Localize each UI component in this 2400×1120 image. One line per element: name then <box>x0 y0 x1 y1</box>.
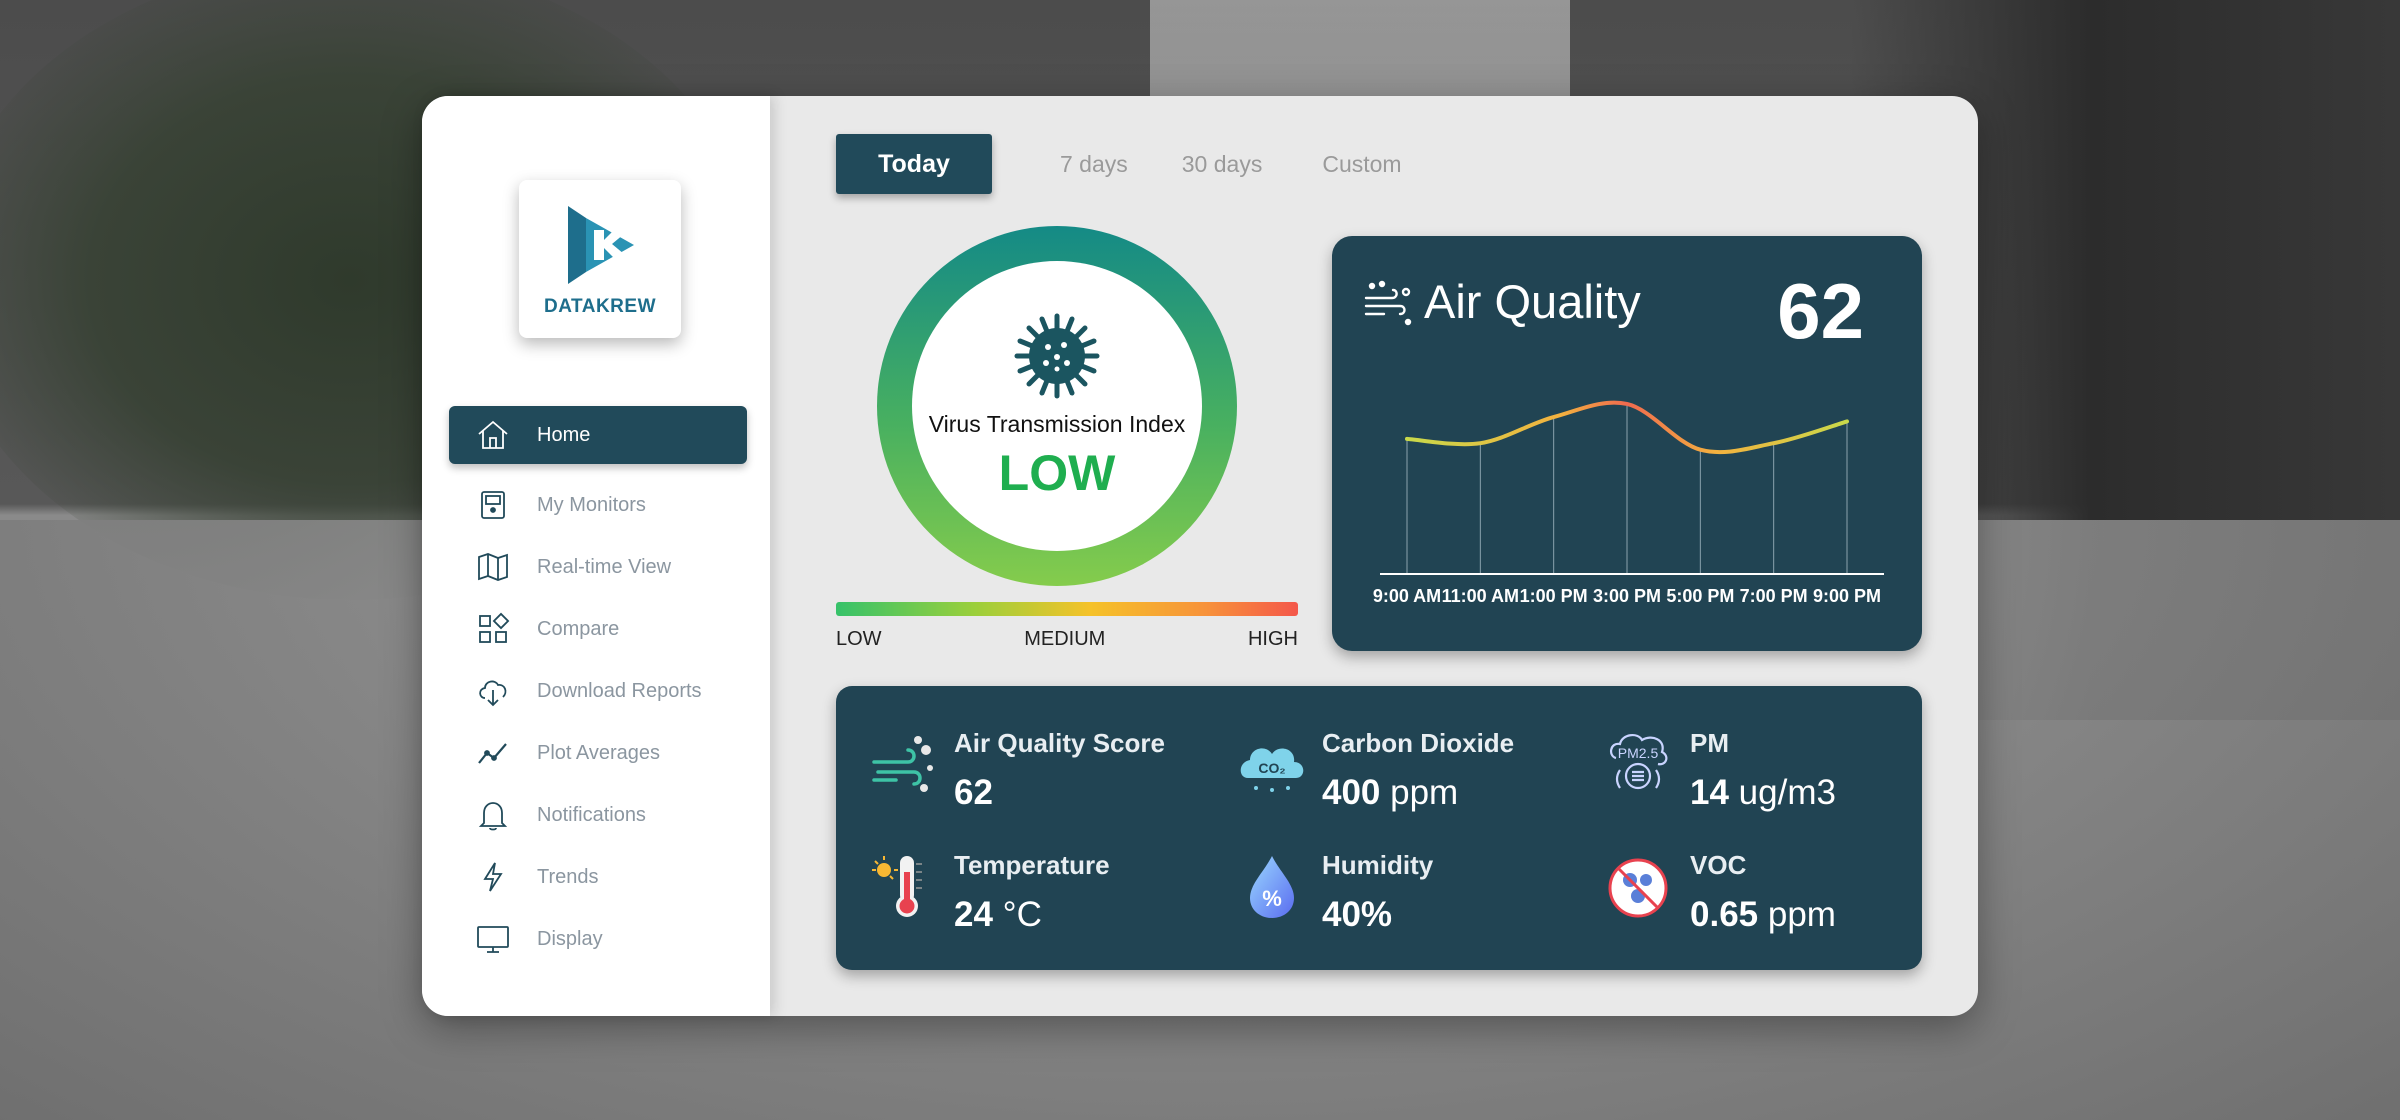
sidebar-item-compare[interactable]: Compare <box>449 600 747 658</box>
sidebar-item-label: My Monitors <box>537 493 646 516</box>
svg-text:%: % <box>1262 886 1282 911</box>
metric-voc: VOC 0.65 ppm <box>1604 850 1836 935</box>
chart-x-tick-label: 1:00 PM <box>1520 586 1588 606</box>
metric-label: Air Quality Score <box>954 728 1165 758</box>
map-icon <box>475 549 511 585</box>
tab-7-days[interactable]: 7 days <box>1060 151 1128 178</box>
brand-logo-icon <box>568 206 634 284</box>
sidebar-item-label: Home <box>537 423 591 446</box>
voc-icon <box>1608 858 1668 918</box>
dashboard-card: DATAKREW Home My Monitors Real-time View <box>422 96 1978 1016</box>
sidebar-item-label: Download Reports <box>537 679 702 702</box>
display-icon <box>475 921 511 957</box>
metric-label: Humidity <box>1322 850 1434 880</box>
sidebar-item-label: Display <box>537 927 603 950</box>
metric-temperature: Temperature 24 °C <box>868 850 1110 935</box>
pm25-icon: PM2.5 <box>1610 734 1668 790</box>
sidebar-item-plot-averages[interactable]: Plot Averages <box>449 724 747 782</box>
bell-icon <box>475 797 511 833</box>
metric-air-quality-score: Air Quality Score 62 <box>868 728 1165 813</box>
metric-value: 14 <box>1690 773 1729 812</box>
metric-pm: PM2.5 PM 14 ug/m3 <box>1604 728 1836 813</box>
metric-value: 40% <box>1322 895 1393 934</box>
brand-logo[interactable]: DATAKREW <box>519 180 681 338</box>
chart-x-tick-label: 11:00 AM <box>1442 586 1519 606</box>
tab-today[interactable]: Today <box>836 134 992 194</box>
metric-unit: °C <box>992 895 1042 934</box>
line-chart-icon <box>475 735 511 771</box>
sidebar-nav: Home My Monitors Real-time View Compare <box>449 406 747 972</box>
brand-name: DATAKREW <box>544 296 656 317</box>
sidebar-item-label: Compare <box>537 617 620 640</box>
compare-grid-icon <box>475 611 511 647</box>
metric-value: 400 <box>1322 773 1381 812</box>
metric-humidity: % Humidity 40% <box>1236 850 1433 935</box>
chart-x-tick-label: 3:00 PM <box>1593 586 1661 606</box>
tab-30-days[interactable]: 30 days <box>1182 151 1263 178</box>
chart-x-tick-label: 7:00 PM <box>1740 586 1808 606</box>
chart-x-tick-label: 5:00 PM <box>1666 586 1734 606</box>
metric-label: Carbon Dioxide <box>1322 728 1515 758</box>
sidebar-item-trends[interactable]: Trends <box>449 848 747 906</box>
scale-label-high: HIGH <box>1247 628 1298 650</box>
sidebar-item-display[interactable]: Display <box>449 910 747 968</box>
air-quality-card: Air Quality 62 9:00 AM 11:00 AM 1:00 PM 3:0… <box>1332 236 1922 651</box>
thermometer-icon <box>872 856 922 917</box>
virus-icon <box>1014 313 1100 398</box>
tab-custom[interactable]: Custom <box>1322 151 1401 178</box>
scale-label-medium: MEDIUM <box>1024 628 1106 650</box>
air-quality-title: Air Quality <box>1424 275 1641 328</box>
metric-value: 62 <box>954 773 993 812</box>
sidebar-item-home[interactable]: Home <box>449 406 747 464</box>
sidebar-item-label: Plot Averages <box>537 741 661 764</box>
risk-scale: LOW MEDIUM HIGH <box>836 602 1298 651</box>
metric-label: Temperature <box>954 850 1110 880</box>
sidebar-item-label: Notifications <box>537 803 646 826</box>
metric-label: VOC <box>1690 850 1747 880</box>
sidebar-item-label: Real-time View <box>537 555 672 578</box>
metrics-panel: Air Quality Score 62 CO₂ Carbon Dioxide … <box>836 686 1922 970</box>
air-quality-line-chart: 9:00 AM 11:00 AM 1:00 PM 3:00 PM 5:00 PM 7:00… <box>1373 400 1884 606</box>
chart-x-tick-label: 9:00 AM <box>1373 586 1441 606</box>
metric-label: PM <box>1690 728 1729 758</box>
humidity-drop-icon: % <box>1250 856 1294 918</box>
svg-text:PM2.5: PM2.5 <box>1618 745 1659 761</box>
metric-unit: ug/m3 <box>1728 773 1836 812</box>
metric-value: 24 <box>954 895 993 934</box>
gauge-value: LOW <box>998 444 1116 501</box>
sidebar-item-real-time-view[interactable]: Real-time View <box>449 538 747 596</box>
scale-label-low: LOW <box>836 628 882 650</box>
chart-x-tick-label: 9:00 PM <box>1813 586 1881 606</box>
air-quality-value: 62 <box>1777 267 1864 355</box>
cloud-download-icon <box>475 673 511 709</box>
metric-unit: ppm <box>1380 773 1459 812</box>
sidebar-item-download-reports[interactable]: Download Reports <box>449 662 747 720</box>
monitor-device-icon <box>475 487 511 523</box>
sidebar: DATAKREW Home My Monitors Real-time View <box>422 96 770 1016</box>
co2-cloud-icon: CO₂ <box>1240 748 1304 792</box>
gauge-title: Virus Transmission Index <box>928 410 1186 437</box>
svg-text:CO₂: CO₂ <box>1258 760 1285 776</box>
wind-particles-icon <box>1364 280 1412 326</box>
sidebar-item-label: Trends <box>537 865 599 888</box>
metric-unit: ppm <box>1758 895 1836 934</box>
wind-icon <box>872 736 933 792</box>
risk-scale-bar <box>836 602 1298 616</box>
virus-index-gauge: Virus Transmission Index LOW <box>877 226 1237 586</box>
sidebar-item-my-monitors[interactable]: My Monitors <box>449 476 747 534</box>
metric-carbon-dioxide: CO₂ Carbon Dioxide 400 ppm <box>1236 728 1514 813</box>
date-range-tabs: Today 7 days 30 days Custom <box>836 134 1402 194</box>
bolt-icon <box>475 859 511 895</box>
gauge-center: Virus Transmission Index LOW <box>912 261 1202 551</box>
home-icon <box>475 417 511 453</box>
metric-value: 0.65 <box>1690 895 1759 934</box>
sidebar-item-notifications[interactable]: Notifications <box>449 786 747 844</box>
